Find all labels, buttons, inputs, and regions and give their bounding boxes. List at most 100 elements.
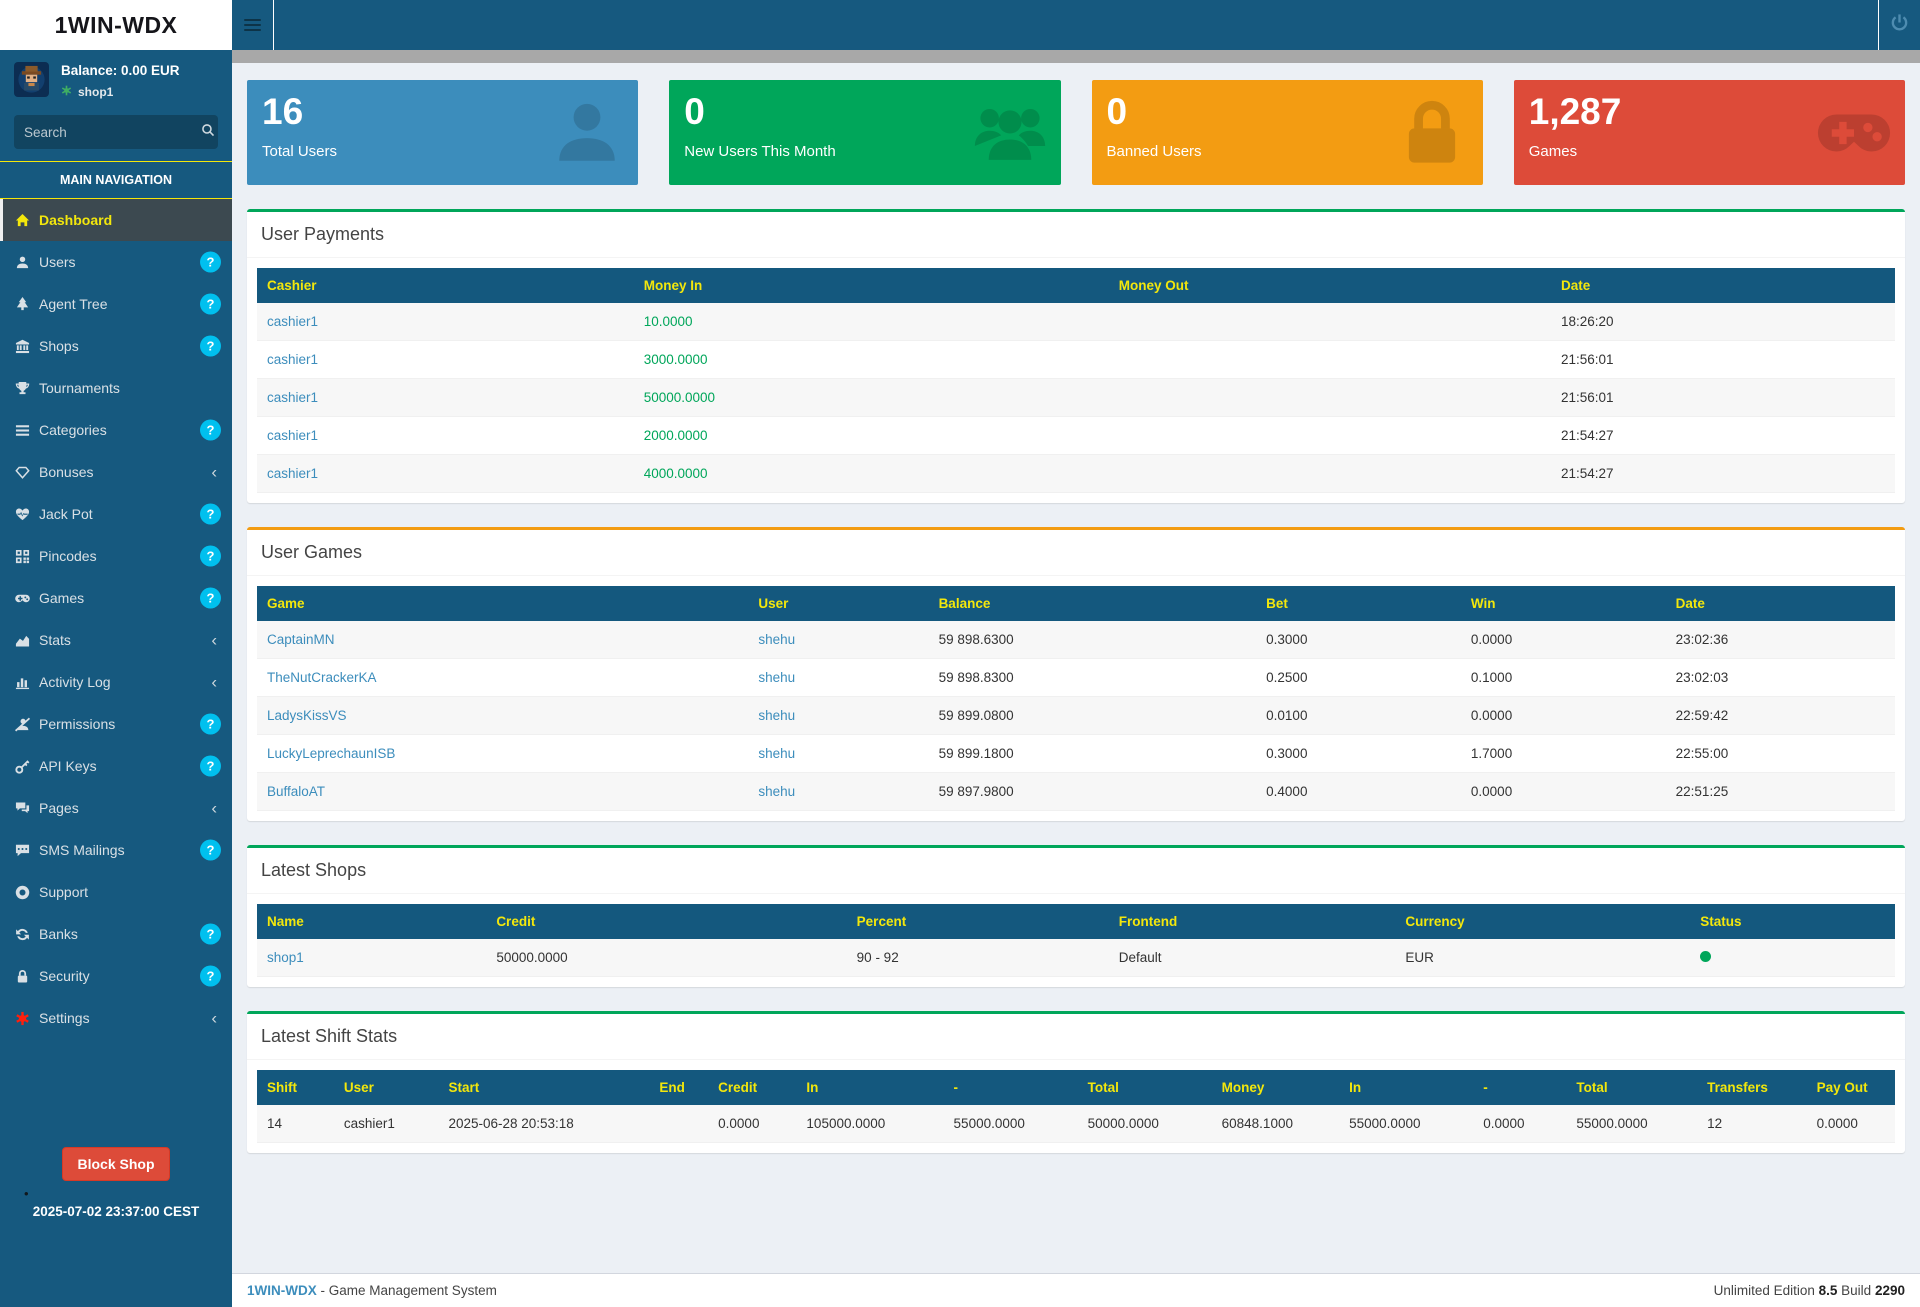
cell-money-out [1108,303,1551,341]
link-shehu[interactable]: shehu [758,632,795,647]
link-luckyleprechaunisb[interactable]: LuckyLeprechaunISB [267,746,395,761]
link-shop1[interactable]: shop1 [267,950,304,965]
column-header-user: User [333,1070,439,1105]
help-badge[interactable]: ? [200,503,221,525]
horizontal-scrollbar[interactable] [232,50,1920,63]
tree-icon [15,296,39,312]
money-in-value: 4000.0000 [643,466,708,481]
table-row: cashier1 2000.0000 21:54:27 [257,416,1895,455]
cell-win: 0.0000 [1460,772,1666,811]
shop-status-gear-icon [61,85,72,99]
link-shehu[interactable]: shehu [758,708,795,723]
diamond-icon [15,465,39,480]
column-header-status: Status [1690,904,1895,939]
link-cashier1[interactable]: cashier1 [267,314,318,329]
sidebar-item-settings[interactable]: Settings ‹ [0,997,232,1039]
sidebar-item-support[interactable]: Support [0,871,232,913]
help-badge[interactable]: ? [200,839,221,861]
sidebar-item-pages[interactable]: Pages ‹ [0,787,232,829]
sidebar-item-tournaments[interactable]: Tournaments [0,367,232,409]
cell-balance: 59 898.8300 [928,658,1257,697]
sidebar-item-dashboard[interactable]: Dashboard [0,199,232,241]
sidebar-item-label: Tournaments [39,380,120,396]
help-badge[interactable]: ? [200,923,221,945]
help-badge[interactable]: ? [200,293,221,315]
cell-money-in: 10.0000 [633,303,1109,341]
column-header-percent: Percent [846,904,1109,939]
sidebar-item-pincodes[interactable]: Pincodes? [0,535,232,577]
latest-shops-box: Latest Shops Name Credit Percent Frontend Cu… [247,845,1905,987]
sidebar-item-label: Settings [39,1010,90,1026]
column-header-pay-out: Pay Out [1806,1070,1895,1105]
link-shehu[interactable]: shehu [758,784,795,799]
column-header-money: Money [1211,1070,1340,1105]
column-header-in: In [796,1070,944,1105]
footer-brand-link[interactable]: 1WIN-WDX [247,1283,317,1298]
help-badge[interactable]: ? [200,335,221,357]
link-buffaloat[interactable]: BuffaloAT [267,784,325,799]
sidebar-item-permissions[interactable]: Permissions? [0,703,232,745]
footer-build-number: 2290 [1874,1283,1905,1298]
sidebar-item-sms-mailings[interactable]: SMS Mailings? [0,829,232,871]
table-row: cashier1 3000.0000 21:56:01 [257,340,1895,379]
sidebar-toggle-button[interactable] [232,0,274,50]
link-cashier1[interactable]: cashier1 [267,352,318,367]
help-badge[interactable]: ? [200,965,221,987]
help-badge[interactable]: ? [200,419,221,441]
block-shop-button[interactable]: Block Shop [62,1147,170,1181]
bar-chart-icon [15,675,39,690]
sidebar-item-bonuses[interactable]: Bonuses ‹ [0,451,232,493]
stat-box-banned-users: 0 Banned Users [1091,80,1483,185]
help-badge[interactable]: ? [200,251,221,273]
sidebar-item-banks[interactable]: Banks? [0,913,232,955]
cell-in: 55000.0000 [1339,1105,1474,1143]
money-in-value: 10.0000 [643,314,693,329]
sidebar-bottom: Block Shop • 2025-07-02 23:37:00 CEST [0,1147,232,1219]
hamburger-icon [244,16,261,34]
link-thenutcrackerka[interactable]: TheNutCrackerKA [267,670,377,685]
sidebar-item-shops[interactable]: Shops? [0,325,232,367]
help-badge[interactable]: ? [200,587,221,609]
sidebar-item-users[interactable]: Users? [0,241,232,283]
sidebar-item-label: Categories [39,422,107,438]
cell-date: 21:56:01 [1551,340,1895,379]
link-ladyskissvs[interactable]: LadysKissVS [267,708,347,723]
shop-line[interactable]: shop1 [61,85,180,99]
sidebar-item-games[interactable]: Games? [0,577,232,619]
cell-user: shehu [748,696,929,735]
stat-row: 16 Total Users 0 New Users This Month 0 Banne… [247,80,1905,185]
column-header-in: In [1339,1070,1474,1105]
sidebar-item-stats[interactable]: Stats ‹ [0,619,232,661]
column-header-start: Start [438,1070,650,1105]
footer-right: Unlimited Edition 8.5 Build 2290 [1714,1283,1905,1298]
area-chart-icon [15,633,39,648]
cell-game: TheNutCrackerKA [257,658,749,697]
sidebar-item-api-keys[interactable]: API Keys? [0,745,232,787]
help-badge[interactable]: ? [200,755,221,777]
table-row: CaptainMN shehu 59 898.6300 0.3000 0.0000 23:… [257,621,1895,659]
gamepad-icon [15,591,39,606]
logout-button[interactable] [1878,0,1920,50]
column-header-cashier: Cashier [257,268,634,303]
link-cashier1[interactable]: cashier1 [267,466,318,481]
comments-icon [15,801,39,816]
search-input[interactable] [24,124,201,140]
search-icon[interactable] [201,123,215,142]
link-captainmn[interactable]: CaptainMN [267,632,335,647]
sidebar-item-activity-log[interactable]: Activity Log ‹ [0,661,232,703]
footer: 1WIN-WDX - Game Management System Unlimi… [232,1273,1920,1307]
gear-icon [15,1011,39,1026]
link-shehu[interactable]: shehu [758,670,795,685]
help-badge[interactable]: ? [200,713,221,735]
sidebar-item-agent-tree[interactable]: Agent Tree? [0,283,232,325]
help-badge[interactable]: ? [200,545,221,567]
sidebar-item-categories[interactable]: Categories? [0,409,232,451]
column-header-game: Game [257,586,749,621]
link-cashier1[interactable]: cashier1 [267,428,318,443]
link-cashier1[interactable]: cashier1 [267,390,318,405]
cell-date: 23:02:03 [1665,658,1895,697]
link-shehu[interactable]: shehu [758,746,795,761]
sidebar-item-jack-pot[interactable]: Jack Pot? [0,493,232,535]
sidebar-item-security[interactable]: Security? [0,955,232,997]
cell-date: 23:02:36 [1665,621,1895,659]
